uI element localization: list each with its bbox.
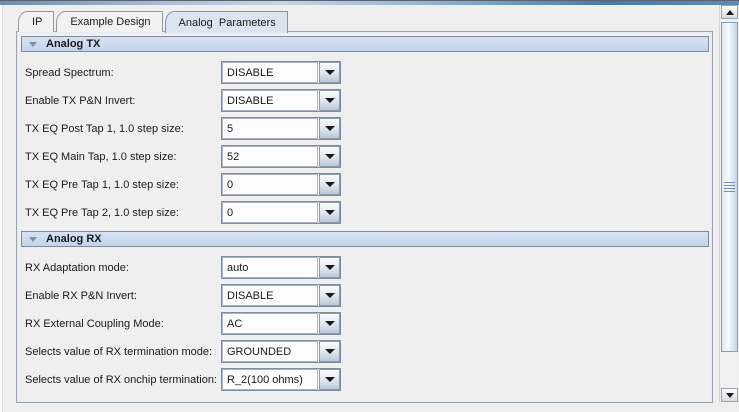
- tab-example-design[interactable]: Example Design: [56, 11, 162, 32]
- section-title: Analog TX: [46, 38, 100, 50]
- tx-eq-pre-tap1-dropdown[interactable]: 0: [221, 173, 341, 196]
- dropdown-value: 0: [222, 174, 318, 195]
- rx-onchip-termination-dropdown[interactable]: R_2(100 ohms): [221, 368, 341, 391]
- dropdown-value: DISABLE: [222, 62, 318, 83]
- section-header-analog-tx[interactable]: Analog TX: [21, 36, 709, 52]
- dropdown-value: R_2(100 ohms): [222, 369, 318, 390]
- rx-external-coupling-dropdown[interactable]: AC: [221, 312, 341, 335]
- param-label: RX External Coupling Mode:: [25, 318, 164, 330]
- dropdown-arrow-button[interactable]: [319, 313, 340, 334]
- tab-ip[interactable]: IP: [18, 11, 54, 32]
- dropdown-value: auto: [222, 257, 318, 278]
- param-label: Selects value of RX onchip termination:: [25, 374, 217, 386]
- param-row: Enable TX P&N Invert: DISABLE: [17, 87, 712, 115]
- tx-eq-post-tap1-dropdown[interactable]: 5: [221, 117, 341, 140]
- rx-adaptation-mode-dropdown[interactable]: auto: [221, 256, 341, 279]
- dropdown-arrow-button[interactable]: [319, 341, 340, 362]
- tab-label: Analog Parameters: [179, 17, 276, 29]
- dropdown-arrow-button[interactable]: [319, 285, 340, 306]
- ip-configurator-window: { "tabs": [ { "label": "IP", "selected":…: [0, 0, 739, 412]
- analog-tx-rows: Spread Spectrum: DISABLE Enable TX P&N I…: [17, 52, 712, 227]
- dropdown-arrow-button[interactable]: [319, 118, 340, 139]
- dropdown-value: 0: [222, 202, 318, 223]
- scrollbar-thumb[interactable]: [721, 22, 738, 352]
- param-row: TX EQ Pre Tap 1, 1.0 step size: 0: [17, 171, 712, 199]
- dropdown-value: DISABLE: [222, 285, 318, 306]
- panel-left-edge: [0, 5, 3, 412]
- dropdown-value: 5: [222, 118, 318, 139]
- tx-eq-pre-tap2-dropdown[interactable]: 0: [221, 201, 341, 224]
- chevron-down-icon: [325, 349, 335, 354]
- chevron-down-icon: [325, 210, 335, 215]
- param-label: TX EQ Pre Tap 1, 1.0 step size:: [25, 179, 179, 191]
- param-label: Spread Spectrum:: [25, 67, 114, 79]
- tab-bar: IP Example Design Analog Parameters: [18, 10, 288, 32]
- chevron-down-icon: [325, 98, 335, 103]
- param-row: RX Adaptation mode: auto: [17, 254, 712, 282]
- dropdown-value: AC: [222, 313, 318, 334]
- scrollbar-grip: [724, 182, 735, 192]
- param-label: TX EQ Pre Tap 2, 1.0 step size:: [25, 207, 179, 219]
- window-title-strip: [0, 0, 739, 5]
- chevron-down-icon: [325, 182, 335, 187]
- triangle-down-icon: [29, 237, 37, 242]
- chevron-down-icon: [325, 70, 335, 75]
- param-row: Selects value of RX onchip termination: …: [17, 366, 712, 394]
- chevron-down-icon: [325, 126, 335, 131]
- tab-label: Example Design: [70, 16, 150, 28]
- param-label: Selects value of RX termination mode:: [25, 346, 212, 358]
- scroll-down-button[interactable]: [721, 388, 738, 402]
- chevron-down-icon: [325, 377, 335, 382]
- vertical-scrollbar[interactable]: [719, 5, 738, 402]
- chevron-down-icon: [325, 321, 335, 326]
- param-row: Enable RX P&N Invert: DISABLE: [17, 282, 712, 310]
- dropdown-arrow-button[interactable]: [319, 62, 340, 83]
- triangle-up-icon: [726, 10, 734, 15]
- dropdown-arrow-button[interactable]: [319, 146, 340, 167]
- dropdown-arrow-button[interactable]: [319, 257, 340, 278]
- tx-pn-invert-dropdown[interactable]: DISABLE: [221, 89, 341, 112]
- param-row: Selects value of RX termination mode: GR…: [17, 338, 712, 366]
- param-row: RX External Coupling Mode: AC: [17, 310, 712, 338]
- param-row: TX EQ Main Tap, 1.0 step size: 52: [17, 143, 712, 171]
- dropdown-value: DISABLE: [222, 90, 318, 111]
- rx-pn-invert-dropdown[interactable]: DISABLE: [221, 284, 341, 307]
- rx-termination-mode-dropdown[interactable]: GROUNDED: [221, 340, 341, 363]
- section-header-analog-rx[interactable]: Analog RX: [21, 231, 709, 247]
- param-label: Enable TX P&N Invert:: [25, 95, 135, 107]
- triangle-down-icon: [726, 393, 734, 398]
- scroll-up-button[interactable]: [721, 5, 738, 19]
- param-label: RX Adaptation mode:: [25, 262, 129, 274]
- param-row: TX EQ Pre Tap 2, 1.0 step size: 0: [17, 199, 712, 227]
- tx-eq-main-tap-dropdown[interactable]: 52: [221, 145, 341, 168]
- param-label: Enable RX P&N Invert:: [25, 290, 137, 302]
- chevron-down-icon: [325, 265, 335, 270]
- param-row: Spread Spectrum: DISABLE: [17, 59, 712, 87]
- analog-parameters-panel: Analog TX Spread Spectrum: DISABLE Enabl…: [16, 31, 713, 403]
- dropdown-arrow-button[interactable]: [319, 202, 340, 223]
- param-row: TX EQ Post Tap 1, 1.0 step size: 5: [17, 115, 712, 143]
- dropdown-arrow-button[interactable]: [319, 174, 340, 195]
- dropdown-value: GROUNDED: [222, 341, 318, 362]
- chevron-down-icon: [325, 154, 335, 159]
- section-title: Analog RX: [46, 233, 102, 245]
- chevron-down-icon: [325, 293, 335, 298]
- analog-rx-rows: RX Adaptation mode: auto Enable RX P&N I…: [17, 247, 712, 394]
- dropdown-arrow-button[interactable]: [319, 90, 340, 111]
- param-label: TX EQ Post Tap 1, 1.0 step size:: [25, 123, 184, 135]
- dropdown-arrow-button[interactable]: [319, 369, 340, 390]
- param-label: TX EQ Main Tap, 1.0 step size:: [25, 151, 176, 163]
- tab-analog-parameters[interactable]: Analog Parameters: [165, 11, 288, 33]
- dropdown-value: 52: [222, 146, 318, 167]
- spread-spectrum-dropdown[interactable]: DISABLE: [221, 61, 341, 84]
- tab-label: IP: [32, 16, 42, 28]
- triangle-down-icon: [29, 42, 37, 47]
